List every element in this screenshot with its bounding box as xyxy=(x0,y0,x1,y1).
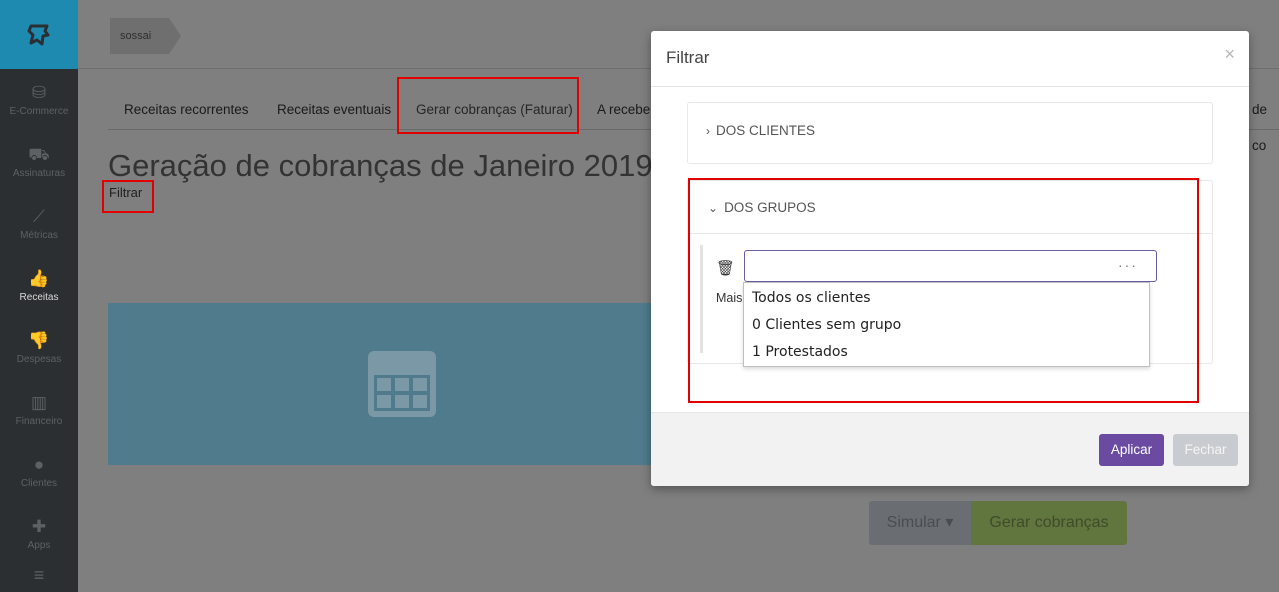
sidebar-item-receitas[interactable]: 👍 Receitas xyxy=(0,255,78,317)
sidebar-item-metricas[interactable]: ⟋ Métricas xyxy=(0,193,78,255)
sidebar-item-label: Despesas xyxy=(16,353,62,365)
calendar-icon xyxy=(368,351,436,417)
modal-header: Filtrar × xyxy=(651,31,1249,87)
sidebar-item-label: Apps xyxy=(27,539,51,551)
cart-icon: ⛟ xyxy=(28,144,50,164)
sidebar-item-apps[interactable]: ✚ Apps xyxy=(0,503,78,565)
simular-button[interactable]: Simular ▾ xyxy=(869,501,971,545)
app-logo[interactable] xyxy=(0,0,78,69)
tab-receitas-recorrentes[interactable]: Receitas recorrentes xyxy=(124,92,249,130)
sidebar-item-assinaturas[interactable]: ⛟ Assinaturas xyxy=(0,131,78,193)
breadcrumb[interactable]: sossai xyxy=(110,18,182,54)
thumbs-down-icon: 👎 xyxy=(28,330,50,350)
puzzle-icon: ✚ xyxy=(31,516,47,536)
bar-chart-icon: ▥ xyxy=(30,392,48,412)
panel-dos-clientes-label: DOS CLIENTES xyxy=(716,123,816,138)
modal-footer: Aplicar Fechar xyxy=(651,412,1249,486)
page-title: Geração de cobranças de Janeiro 2019 xyxy=(108,148,653,183)
sidebar-item-label: E-Commerce xyxy=(9,105,69,117)
sidebar-item-financeiro[interactable]: ▥ Financeiro xyxy=(0,379,78,441)
annotation-box-groups xyxy=(688,178,1199,403)
sidebar-item-label: Financeiro xyxy=(15,415,63,427)
thumbs-up-icon: 👍 xyxy=(28,268,50,288)
panel-dos-clientes-header[interactable]: › DOS CLIENTES xyxy=(706,123,815,138)
chart-line-icon: ⟋ xyxy=(33,206,45,226)
sidebar-item-label: Receitas xyxy=(19,291,59,303)
sidebar-item-label: Métricas xyxy=(20,229,58,241)
tab-receitas-eventuais[interactable]: Receitas eventuais xyxy=(277,92,391,130)
tab-a-receber[interactable]: A receber xyxy=(597,92,655,130)
modal-title: Filtrar xyxy=(666,48,710,67)
close-button[interactable]: Fechar xyxy=(1173,434,1238,466)
sidebar: ⛁ E-Commerce ⛟ Assinaturas ⟋ Métricas 👍 … xyxy=(0,0,78,592)
annotation-box-filter xyxy=(102,180,154,213)
chevron-right-icon: › xyxy=(706,124,710,138)
apply-button[interactable]: Aplicar xyxy=(1099,434,1164,466)
sidebar-item-ecommerce[interactable]: ⛁ E-Commerce xyxy=(0,69,78,131)
sidebar-item-label: Clientes xyxy=(20,477,58,489)
annotation-box-tab xyxy=(397,77,579,134)
panel-dos-clientes[interactable]: › DOS CLIENTES xyxy=(687,102,1213,164)
sidebar-item-label: Assinaturas xyxy=(12,167,66,179)
users-icon: ● xyxy=(33,454,45,474)
close-icon[interactable]: × xyxy=(1224,44,1235,65)
gerar-cobrancas-button[interactable]: Gerar cobranças xyxy=(971,501,1127,545)
sidebar-item-clientes[interactable]: ● Clientes xyxy=(0,441,78,503)
menu-icon[interactable]: ≡ xyxy=(0,565,78,585)
tab-truncated[interactable]: de co xyxy=(1252,92,1279,153)
shop-icon: ⛁ xyxy=(31,82,47,102)
logo-icon xyxy=(27,24,50,45)
sidebar-item-despesas[interactable]: 👎 Despesas xyxy=(0,317,78,379)
